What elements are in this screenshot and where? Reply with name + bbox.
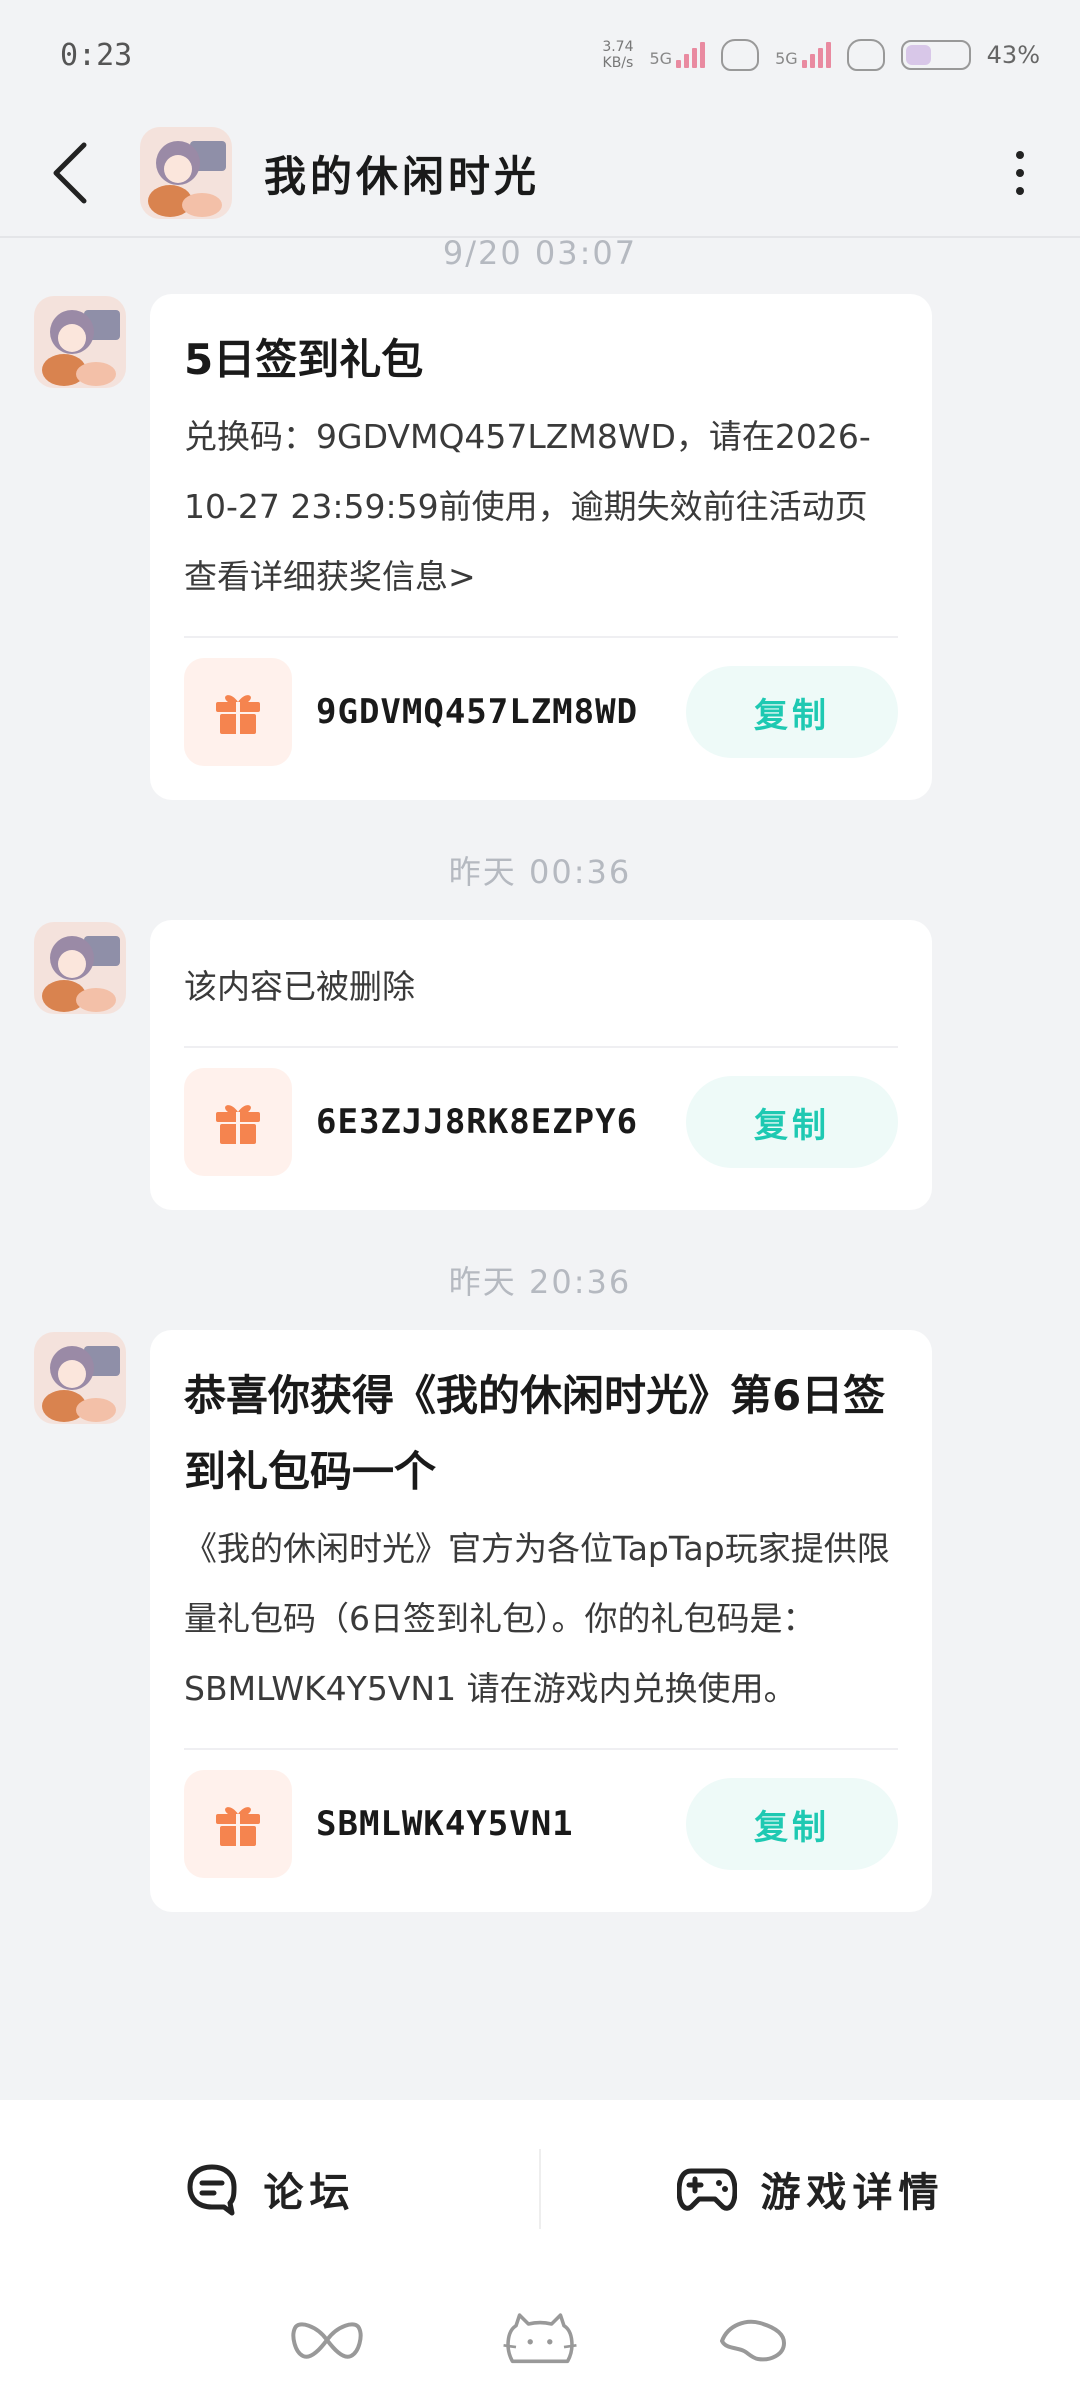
message-feed[interactable]: 9/20 03:07 5日签到礼包 兑换码：9GDVMQ457LZM8WD，请在… [0,234,1080,1912]
message-card[interactable]: 恭喜你获得《我的休闲时光》第6日签到礼包码一个 《我的休闲时光》官方为各位Tap… [150,1330,932,1912]
copy-button[interactable]: 复制 [686,1076,898,1168]
message-row: 该内容已被删除 6E3ZJJ8RK8EZPY6 复制 [0,920,1080,1210]
game-avatar[interactable] [140,127,232,219]
forum-tab[interactable]: 论坛 [0,2160,539,2218]
battery-percent: 43% [986,41,1040,69]
message-body[interactable]: 兑换码：9GDVMQ457LZM8WD，请在2026-10-27 23:59:5… [184,402,898,612]
back-button[interactable] [40,133,100,213]
message-timestamp: 昨天 20:36 [448,1263,632,1301]
gamepad-icon [676,2168,737,2211]
more-options-button[interactable] [1000,133,1040,213]
gift-code: SBMLWK4Y5VN1 [316,1804,574,1844]
game-details-label: 游戏详情 [760,2170,945,2216]
card-divider [184,636,898,638]
cat-face-icon [503,2312,577,2363]
signal-5g-icon: 5G [775,42,831,68]
nav-back-paw-button[interactable] [713,2310,793,2370]
chevron-left-icon [53,142,87,204]
game-avatar-icon [34,296,126,388]
cat-decoration-icon [721,39,760,71]
cat-decoration-icon [846,39,885,71]
page-title: 我的休闲时光 [264,151,541,201]
gift-code: 9GDVMQ457LZM8WD [316,692,639,732]
battery-icon [900,40,971,70]
sender-avatar[interactable] [34,296,126,388]
nav-home-cat-button[interactable] [500,2310,580,2370]
sender-avatar[interactable] [34,1332,126,1424]
game-avatar-icon [34,922,126,1014]
status-icons: 3.74 KB/s 5G 5G 43% [602,39,1040,71]
nav-bow-button[interactable] [287,2310,367,2370]
gift-code: 6E3ZJJ8RK8EZPY6 [316,1102,639,1142]
gift-icon [216,1807,260,1846]
paw-back-icon [720,2319,787,2361]
bottom-tabs: 论坛 游戏详情 [0,2100,1080,2278]
gift-icon-box [184,658,292,766]
message-row: 恭喜你获得《我的休闲时光》第6日签到礼包码一个 《我的休闲时光》官方为各位Tap… [0,1330,1080,1912]
card-divider [184,1046,898,1048]
bow-icon [291,2322,363,2359]
copy-button[interactable]: 复制 [686,1778,898,1870]
gift-icon [216,695,260,734]
game-details-tab[interactable]: 游戏详情 [541,2160,1080,2218]
more-dot-icon [1016,187,1024,195]
message-body: 《我的休闲时光》官方为各位TapTap玩家提供限量礼包码（6日签到礼包）。你的礼… [184,1529,890,1708]
message-body: 该内容已被删除 [184,967,415,1006]
gift-icon [216,1105,260,1144]
signal-label: 5G [775,49,798,68]
message-timestamp: 9/20 03:07 [442,234,638,272]
gift-code-row: 6E3ZJJ8RK8EZPY6 复制 [184,1068,898,1176]
card-divider [184,1748,898,1750]
message-title: 5日签到礼包 [184,335,424,384]
copy-button[interactable]: 复制 [686,666,898,758]
network-speed-value: 3.74 [602,39,634,55]
more-dot-icon [1016,151,1024,159]
game-avatar-icon [34,1332,126,1424]
network-speed: 3.74 KB/s [602,39,633,71]
message-card[interactable]: 该内容已被删除 6E3ZJJ8RK8EZPY6 复制 [150,920,932,1210]
gift-code-row: SBMLWK4Y5VN1 复制 [184,1770,898,1878]
signal-label: 5G [649,49,673,68]
status-time: 0:23 [60,37,133,73]
message-card[interactable]: 5日签到礼包 兑换码：9GDVMQ457LZM8WD，请在2026-10-27 … [150,294,932,800]
message-timestamp: 昨天 00:36 [448,853,632,891]
status-bar: 0:23 3.74 KB/s 5G 5G 43% [0,0,1080,110]
message-title: 恭喜你获得《我的休闲时光》第6日签到礼包码一个 [184,1371,886,1496]
forum-icon [187,2164,236,2216]
gift-icon-box [184,1068,292,1176]
game-avatar-icon [140,127,232,219]
gift-icon-box [184,1770,292,1878]
system-navigation-bar [0,2278,1080,2401]
more-dot-icon [1016,169,1024,177]
message-row: 5日签到礼包 兑换码：9GDVMQ457LZM8WD，请在2026-10-27 … [0,294,1080,800]
bottom-bar: 论坛 游戏详情 [0,2100,1080,2401]
gift-code-row: 9GDVMQ457LZM8WD 复制 [184,658,898,766]
network-speed-unit: KB/s [602,55,634,71]
forum-label: 论坛 [263,2170,356,2216]
sender-avatar[interactable] [34,922,126,1014]
chat-header: 我的休闲时光 [0,110,1080,238]
signal-5g-icon: 5G [650,42,706,68]
